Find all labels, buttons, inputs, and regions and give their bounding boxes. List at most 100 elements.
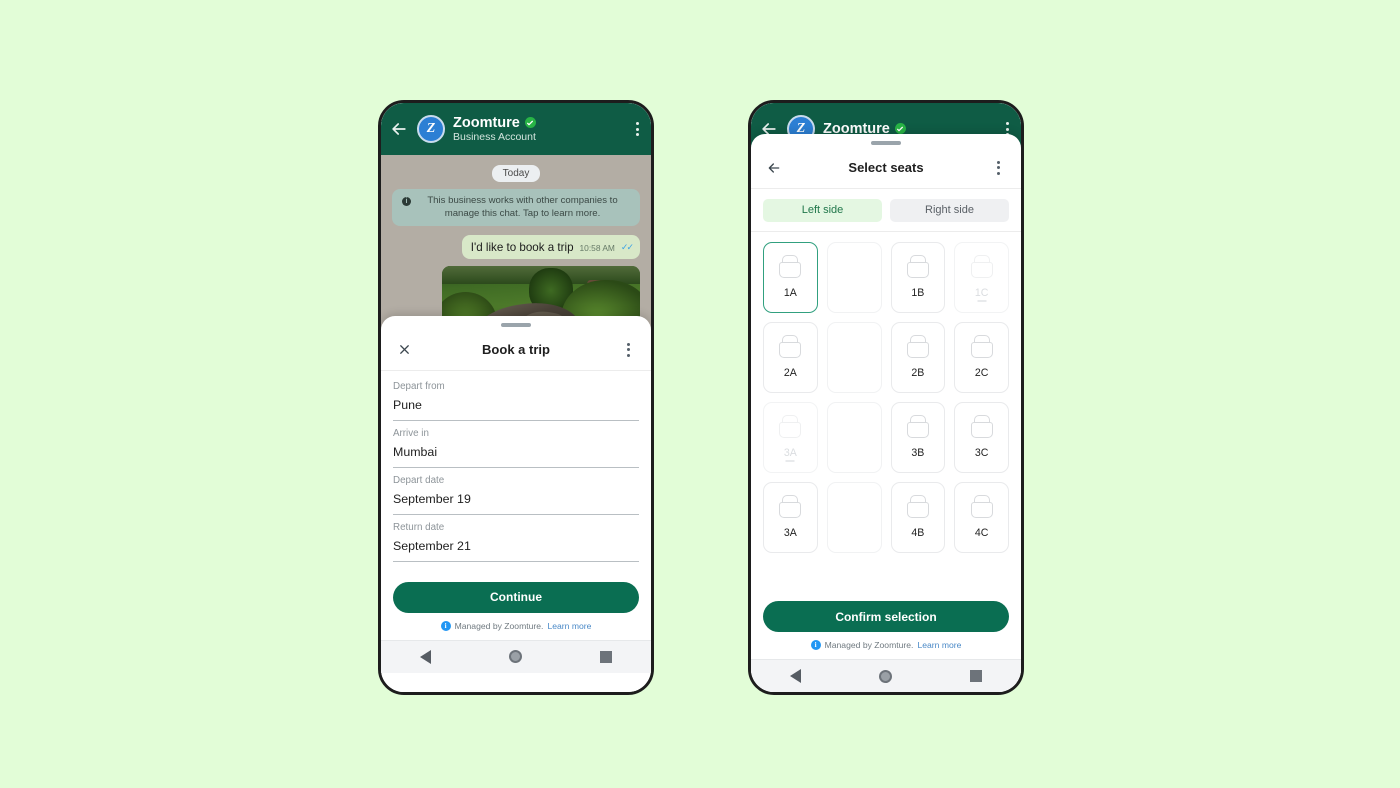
avatar[interactable]: Z <box>417 115 445 143</box>
seat-2A[interactable]: 2A <box>763 321 818 393</box>
seat-icon <box>906 415 929 442</box>
sheet-grabber[interactable] <box>501 323 531 327</box>
seat-icon <box>906 495 929 522</box>
avatar-initial: Z <box>426 121 436 136</box>
seat-icon <box>906 335 929 362</box>
contact-name: Zoomture <box>453 114 520 131</box>
contact-subtitle: Business Account <box>453 130 536 143</box>
nav-home-circle-icon[interactable] <box>879 669 892 683</box>
message-text: I'd like to book a trip <box>470 241 574 255</box>
message-row: I'd like to book a trip 10:58 AM ✓✓ <box>392 235 640 260</box>
seat-icon <box>779 495 802 522</box>
chat-contact-info: Zoomture Business Account <box>453 115 626 144</box>
canvas: Z Zoomture Business Account Today i This… <box>0 0 1400 788</box>
seat-aisle-gap <box>826 321 882 393</box>
info-badge-icon: i <box>440 620 451 631</box>
seat-1C: 1C <box>954 241 1009 313</box>
seat-icon <box>906 255 929 282</box>
android-nav-bar <box>381 639 651 673</box>
message-time: 10:58 AM <box>579 243 615 254</box>
seat-icon <box>970 495 993 522</box>
continue-button[interactable]: Continue <box>393 581 639 613</box>
verified-check-icon <box>894 123 906 135</box>
seat-1B[interactable]: 1B <box>890 241 946 313</box>
chat-header: Z Zoomture Business Account <box>381 103 651 155</box>
seat-label: 1A <box>783 287 797 299</box>
managed-by-footer: i Managed by Zoomture. Learn more <box>381 613 651 640</box>
seat-icon <box>970 255 993 282</box>
seat-3A[interactable]: 3A <box>763 481 818 553</box>
seat-1A[interactable]: 1A <box>763 241 818 313</box>
field-label: Arrive in <box>393 427 429 439</box>
seat-grid: 1A 1B 1C 2A 2B 2C 3A 3B 3C 3A 4B 4C <box>751 232 1021 589</box>
back-icon[interactable] <box>389 119 409 139</box>
nav-back-triangle-icon[interactable] <box>790 669 801 683</box>
managed-by-footer: i Managed by Zoomture. Learn more <box>751 632 1021 659</box>
seat-label: 3C <box>974 447 989 459</box>
field-label: Depart from <box>393 380 445 392</box>
phone-right-screen: Z Zoomture Select seats Left side Right … <box>751 103 1021 692</box>
phone-left: Z Zoomture Business Account Today i This… <box>378 100 654 695</box>
sheet-title: Select seats <box>848 160 924 175</box>
field-depart-from: Depart from Pune <box>393 381 639 421</box>
nav-recents-square-icon[interactable] <box>600 650 612 663</box>
side-tabs: Left side Right side <box>751 189 1021 231</box>
seat-label: 3A <box>783 527 797 539</box>
day-chip: Today <box>491 165 541 182</box>
seat-aisle-gap <box>826 401 882 473</box>
nav-back-triangle-icon[interactable] <box>420 649 431 664</box>
depart-date-input[interactable]: September 19 <box>393 492 639 515</box>
phone-left-screen: Z Zoomture Business Account Today i This… <box>381 103 651 692</box>
learn-more-link[interactable]: Learn more <box>917 640 961 650</box>
field-label: Depart date <box>393 474 445 486</box>
seat-label: 2B <box>911 367 925 379</box>
nav-home-circle-icon[interactable] <box>509 650 522 663</box>
outgoing-message-bubble[interactable]: I'd like to book a trip 10:58 AM ✓✓ <box>461 235 640 260</box>
seat-3B[interactable]: 3B <box>890 401 946 473</box>
seat-icon <box>779 255 802 282</box>
seat-label: 3A <box>783 447 797 459</box>
nav-recents-square-icon[interactable] <box>970 670 982 682</box>
seat-4B[interactable]: 4B <box>890 481 946 553</box>
return-date-input[interactable]: September 21 <box>393 539 639 562</box>
sheet-header: Book a trip <box>381 330 651 371</box>
info-badge-icon: i <box>810 640 821 650</box>
managed-by-text: Managed by Zoomture. <box>454 620 544 631</box>
seat-icon <box>779 415 802 442</box>
kebab-menu-icon[interactable] <box>617 339 639 361</box>
learn-more-link[interactable]: Learn more <box>547 621 591 631</box>
seat-label: 2A <box>783 367 797 379</box>
info-icon: i <box>402 197 411 206</box>
seat-4C[interactable]: 4C <box>954 481 1009 553</box>
phone-right: Z Zoomture Select seats Left side Right … <box>748 100 1024 695</box>
seat-3C[interactable]: 3C <box>954 401 1009 473</box>
seat-2C[interactable]: 2C <box>954 321 1009 393</box>
sheet-header: Select seats <box>751 148 1021 189</box>
confirm-selection-button[interactable]: Confirm selection <box>763 601 1009 632</box>
seat-2B[interactable]: 2B <box>890 321 946 393</box>
field-depart-date: Depart date September 19 <box>393 475 639 515</box>
seat-icon <box>970 335 993 362</box>
depart-from-input[interactable]: Pune <box>393 398 639 421</box>
verified-check-icon <box>524 117 536 129</box>
seat-label: 1C <box>974 287 989 299</box>
tab-right-side[interactable]: Right side <box>890 198 1009 222</box>
kebab-menu-icon[interactable] <box>987 157 1009 179</box>
book-a-trip-sheet: Book a trip Depart from Pune Arrive in M… <box>381 316 651 692</box>
kebab-menu-icon[interactable] <box>634 118 641 140</box>
sheet-grabber[interactable] <box>871 141 901 145</box>
tab-left-side[interactable]: Left side <box>763 198 882 222</box>
sheet-title: Book a trip <box>482 342 550 357</box>
field-label: Return date <box>393 521 445 533</box>
seat-icon <box>779 335 802 362</box>
seat-unavailable-dash <box>977 300 987 302</box>
android-nav-bar <box>751 659 1021 692</box>
close-icon[interactable] <box>393 339 415 361</box>
back-icon[interactable] <box>763 157 785 179</box>
seat-3A: 3A <box>763 401 818 473</box>
arrive-in-input[interactable]: Mumbai <box>393 445 639 468</box>
system-banner[interactable]: i This business works with other compani… <box>392 189 640 227</box>
seat-icon <box>970 415 993 442</box>
seat-label: 2C <box>974 367 989 379</box>
select-seats-sheet: Select seats Left side Right side 1A 1B 1C… <box>751 134 1021 692</box>
